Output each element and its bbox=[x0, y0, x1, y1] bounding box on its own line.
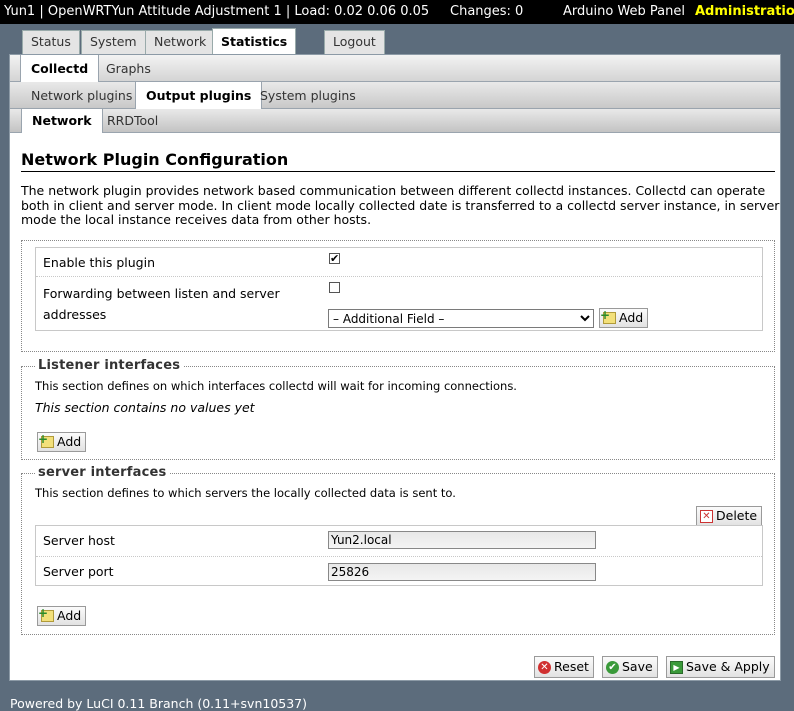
tab-statistics[interactable]: Statistics bbox=[212, 28, 297, 54]
server-delete-label: Delete bbox=[716, 508, 758, 523]
forward-row: Forwarding between listen and server add… bbox=[36, 276, 762, 332]
tab-collectd[interactable]: Collectd bbox=[20, 55, 100, 82]
tab-network-plugins[interactable]: Network plugins bbox=[21, 82, 142, 108]
config-table: Enable this plugin ✔ Forwarding between … bbox=[35, 247, 763, 331]
top-header: Yun1 | OpenWRTYun Attitude Adjustment 1 … bbox=[0, 0, 794, 24]
subtabs-level1: Collectd Graphs bbox=[10, 55, 780, 82]
server-delete-button[interactable]: ✕ Delete bbox=[696, 506, 763, 526]
server-port-label: Server port bbox=[43, 564, 114, 579]
delete-icon: ✕ bbox=[700, 509, 713, 523]
administration-link[interactable]: Administration bbox=[695, 0, 794, 24]
listener-legend: Listener interfaces bbox=[35, 358, 184, 373]
server-port-row: Server port 25826 bbox=[36, 556, 762, 586]
add-field-button[interactable]: Add bbox=[599, 306, 649, 328]
forward-checkbox[interactable] bbox=[329, 282, 340, 293]
tab-graphs[interactable]: Graphs bbox=[96, 55, 161, 81]
server-host-label: Server host bbox=[43, 533, 115, 548]
enable-row: Enable this plugin ✔ bbox=[36, 248, 762, 276]
listener-add-label: Add bbox=[57, 434, 82, 449]
forward-label: Forwarding between listen and server add… bbox=[43, 286, 280, 322]
save-apply-button[interactable]: ▶ Save & Apply bbox=[666, 656, 775, 678]
tab-system-plugins[interactable]: System plugins bbox=[250, 82, 366, 108]
tab-network[interactable]: Network bbox=[145, 30, 216, 54]
save-icon: ✔ bbox=[606, 660, 619, 674]
server-legend: server interfaces bbox=[35, 465, 170, 480]
save-apply-label: Save & Apply bbox=[686, 659, 770, 674]
header-title: Yun1 | OpenWRTYun Attitude Adjustment 1 … bbox=[4, 4, 430, 19]
arduino-web-panel-link[interactable]: Arduino Web Panel bbox=[563, 0, 685, 24]
tab-logout[interactable]: Logout bbox=[324, 30, 385, 54]
server-add-button[interactable]: Add bbox=[37, 604, 87, 626]
add-icon bbox=[38, 430, 54, 448]
page-description: The network plugin provides network base… bbox=[21, 183, 780, 228]
server-interfaces-section: server interfaces This section defines t… bbox=[21, 465, 775, 635]
tab-status[interactable]: Status bbox=[22, 30, 80, 54]
add-icon bbox=[600, 306, 616, 324]
add-field-button-label: Add bbox=[619, 310, 644, 325]
reset-label: Reset bbox=[554, 659, 589, 674]
save-button[interactable]: ✔ Save bbox=[602, 656, 658, 678]
server-port-input[interactable]: 25826 bbox=[328, 563, 596, 581]
apply-icon: ▶ bbox=[670, 660, 683, 674]
reset-button[interactable]: ✕ Reset bbox=[534, 656, 594, 678]
server-add-label: Add bbox=[57, 608, 82, 623]
listener-interfaces-section: Listener interfaces This section defines… bbox=[21, 358, 775, 460]
tab-system[interactable]: System bbox=[81, 30, 146, 54]
listener-add-button[interactable]: Add bbox=[37, 430, 87, 452]
server-host-input[interactable]: Yun2.local bbox=[328, 531, 596, 549]
enable-checkbox[interactable]: ✔ bbox=[329, 253, 340, 264]
subtabs-level2: Network plugins Output plugins System pl… bbox=[10, 82, 780, 109]
content-frame: Collectd Graphs Network plugins Output p… bbox=[9, 54, 781, 681]
server-description: This section defines to which servers th… bbox=[35, 486, 456, 500]
tab-network-output[interactable]: Network bbox=[21, 109, 103, 133]
footer-powered-by: Powered by LuCI 0.11 Branch (0.11+svn105… bbox=[10, 696, 308, 711]
enable-label: Enable this plugin bbox=[43, 255, 155, 270]
server-table: Server host Yun2.local Server port 25826 bbox=[35, 525, 763, 586]
tab-rrdtool[interactable]: RRDTool bbox=[97, 109, 168, 132]
plugin-config-section: Enable this plugin ✔ Forwarding between … bbox=[21, 240, 775, 352]
tab-output-plugins[interactable]: Output plugins bbox=[135, 82, 263, 109]
subtabs-level3: Network RRDTool bbox=[10, 109, 780, 133]
additional-field-select[interactable]: – Additional Field – bbox=[328, 309, 594, 328]
reset-icon: ✕ bbox=[538, 660, 551, 674]
main-tabs: Status System Network Statistics Logout bbox=[0, 24, 794, 54]
save-label: Save bbox=[622, 659, 653, 674]
listener-description: This section defines on which interfaces… bbox=[35, 379, 517, 393]
title-divider bbox=[21, 171, 775, 172]
add-icon bbox=[38, 604, 54, 622]
listener-empty-message: This section contains no values yet bbox=[35, 400, 255, 415]
changes-link[interactable]: Changes: 0 bbox=[450, 0, 523, 24]
page-title: Network Plugin Configuration bbox=[21, 150, 289, 169]
server-host-row: Server host Yun2.local bbox=[36, 526, 762, 556]
